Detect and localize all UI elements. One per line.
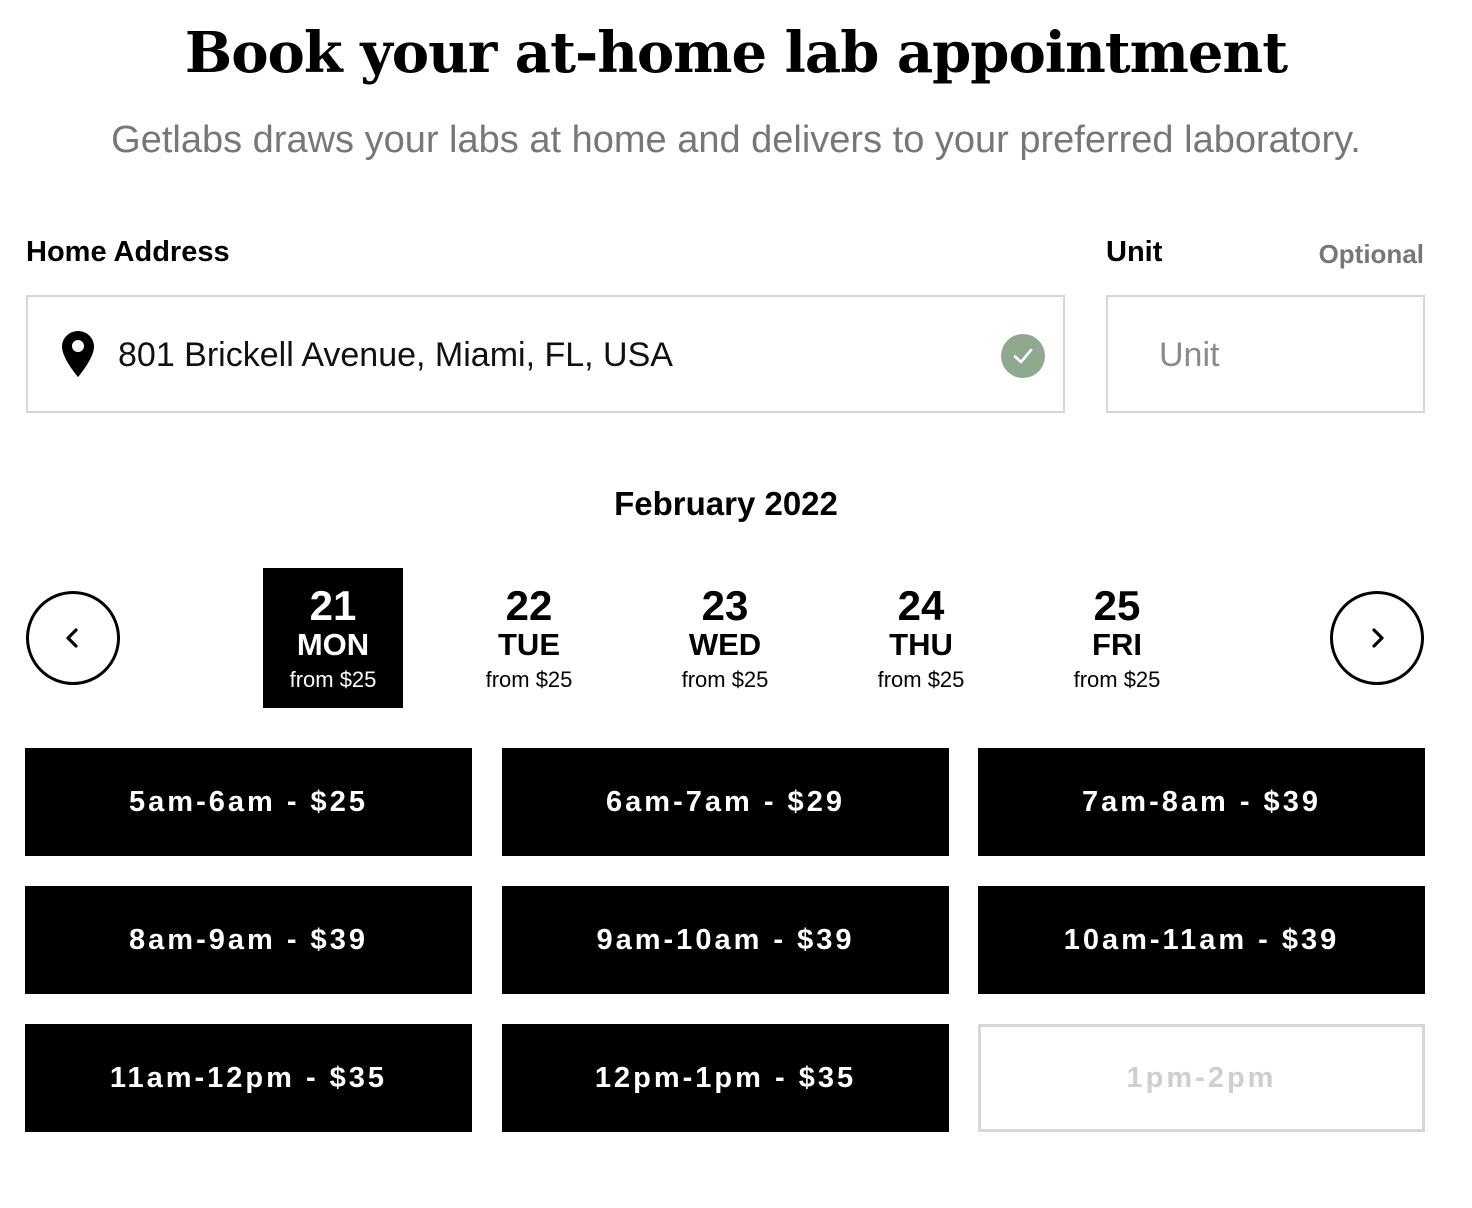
next-week-button[interactable] xyxy=(1330,591,1424,685)
unit-field[interactable]: Unit xyxy=(1106,295,1425,413)
previous-week-button[interactable] xyxy=(26,591,120,685)
home-address-value[interactable]: 801 Brickell Avenue, Miami, FL, USA xyxy=(118,334,673,376)
day-name: THU xyxy=(889,627,953,662)
page-title: Book your at-home lab appointment xyxy=(184,20,1288,86)
map-pin-icon xyxy=(61,330,95,378)
home-address-field[interactable]: 801 Brickell Avenue, Miami, FL, USA xyxy=(26,295,1065,413)
time-slot-button[interactable]: 8am-9am - $39 xyxy=(25,886,472,994)
unit-optional-label: Optional xyxy=(1318,239,1424,269)
day-name: MON xyxy=(296,627,370,662)
time-slot-button[interactable]: 12pm-1pm - $35 xyxy=(502,1024,949,1132)
unit-label: Unit xyxy=(1106,236,1163,268)
page-subtitle: Getlabs draws your labs at home and deli… xyxy=(111,119,1361,161)
chevron-left-icon xyxy=(66,628,78,648)
time-slot-button[interactable]: 6am-7am - $29 xyxy=(502,748,949,856)
time-slot-button[interactable]: 11am-12pm - $35 xyxy=(25,1024,472,1132)
day-number: 21 xyxy=(309,582,357,629)
chevron-right-icon xyxy=(1372,628,1384,648)
day-25[interactable]: 25 FRI from $25 xyxy=(1047,568,1187,708)
unit-placeholder: Unit xyxy=(1159,336,1220,374)
day-price: from $25 xyxy=(485,667,573,692)
day-23[interactable]: 23 WED from $25 xyxy=(655,568,795,708)
day-price: from $25 xyxy=(1073,667,1161,692)
check-circle-icon xyxy=(1001,334,1045,378)
home-address-label: Home Address xyxy=(26,236,230,268)
time-slot-button[interactable]: 7am-8am - $39 xyxy=(978,748,1425,856)
time-slot-button[interactable]: 10am-11am - $39 xyxy=(978,886,1425,994)
day-price: from $25 xyxy=(877,667,965,692)
day-price: from $25 xyxy=(289,667,377,692)
time-slot-unavailable: 1pm-2pm xyxy=(978,1024,1425,1132)
month-heading: February 2022 xyxy=(614,485,838,522)
day-price: from $25 xyxy=(681,667,769,692)
day-22[interactable]: 22 TUE from $25 xyxy=(459,568,599,708)
time-slot-button[interactable]: 9am-10am - $39 xyxy=(502,886,949,994)
day-number: 25 xyxy=(1093,582,1141,629)
time-slot-button[interactable]: 5am-6am - $25 xyxy=(25,748,472,856)
day-number: 23 xyxy=(701,582,749,629)
day-21[interactable]: 21 MON from $25 xyxy=(263,568,403,708)
day-number: 24 xyxy=(897,582,945,629)
day-name: TUE xyxy=(498,627,560,662)
day-24[interactable]: 24 THU from $25 xyxy=(851,568,991,708)
day-name: WED xyxy=(688,627,762,662)
day-number: 22 xyxy=(505,582,553,629)
day-name: FRI xyxy=(1092,627,1142,662)
